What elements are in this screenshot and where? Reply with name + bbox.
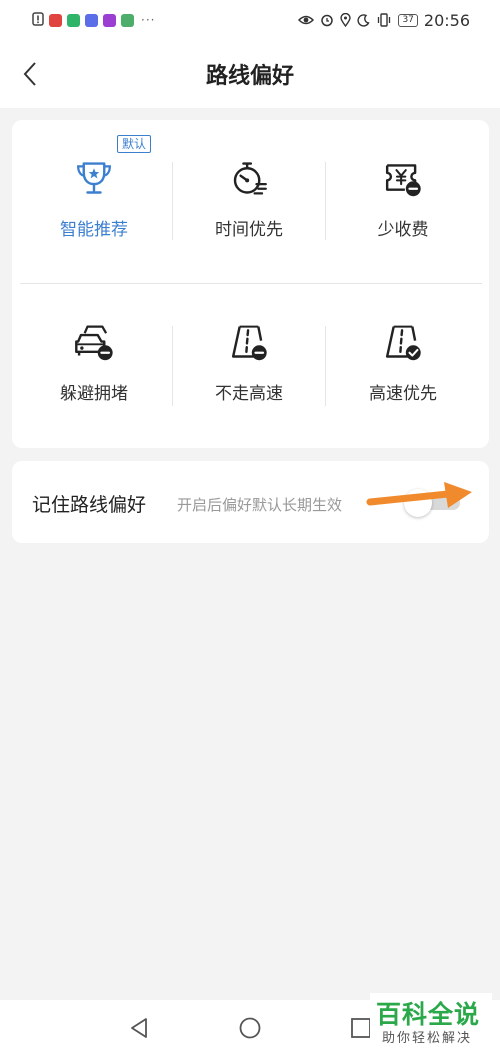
page-title: 路线偏好 xyxy=(205,64,294,89)
option-label: 高速优先 xyxy=(369,384,437,404)
nav-back-icon[interactable] xyxy=(127,1016,151,1040)
status-system-icons: 37 20:56 xyxy=(298,11,470,30)
option-less-toll[interactable]: 少收费 xyxy=(326,120,480,240)
annotation-arrow-icon xyxy=(366,482,472,508)
battery-indicator: 37 xyxy=(398,13,418,27)
option-label: 少收费 xyxy=(377,220,429,240)
watermark-subtitle: 助你轻松解决 xyxy=(382,1031,473,1046)
trophy-icon xyxy=(77,162,111,194)
option-label: 不走高速 xyxy=(215,384,283,404)
app-notification-icon xyxy=(121,13,134,27)
back-arrow-icon xyxy=(23,62,36,86)
status-notification-icons: ··· xyxy=(32,11,155,30)
watermark-title: 百科全说 xyxy=(376,1000,481,1029)
more-notifications-indicator: ··· xyxy=(141,13,156,27)
remember-preference-title: 记住路线偏好 xyxy=(32,494,147,516)
route-options-card: 智能推荐 默认 时间优先 少收费 躲避拥堵 不走高速 高速优先 xyxy=(12,120,489,448)
eye-icon xyxy=(298,14,315,26)
alert-icon xyxy=(32,11,44,30)
remember-preference-subtitle: 开启后偏好默认长期生效 xyxy=(177,496,343,514)
app-notification-icon xyxy=(103,13,116,27)
car-traffic-icon xyxy=(75,325,113,361)
option-avoid-congestion[interactable]: 躲避拥堵 xyxy=(17,284,171,404)
location-icon xyxy=(340,13,352,27)
status-time: 20:56 xyxy=(423,10,470,30)
watermark: 百科全说 助你轻松解决 xyxy=(370,993,492,1049)
app-notification-icon xyxy=(85,13,98,27)
option-label: 时间优先 xyxy=(215,220,283,240)
vibrate-icon xyxy=(376,13,392,27)
status-bar: ··· 37 20:56 xyxy=(0,0,500,40)
option-label: 智能推荐 xyxy=(60,220,128,240)
app-notification-icon xyxy=(67,13,80,27)
alarm-icon xyxy=(320,13,334,27)
stopwatch-icon xyxy=(233,162,267,195)
app-notification-icon xyxy=(49,13,62,27)
moon-icon xyxy=(357,13,371,27)
road-check-icon xyxy=(385,325,421,361)
page-header: 路线偏好 xyxy=(0,40,500,108)
option-highway-first[interactable]: 高速优先 xyxy=(326,284,480,404)
nav-home-icon[interactable] xyxy=(238,1016,262,1040)
option-label: 躲避拥堵 xyxy=(60,384,128,404)
option-time-first[interactable]: 时间优先 xyxy=(172,120,326,240)
toll-ticket-icon xyxy=(385,164,421,197)
road-minus-icon xyxy=(231,325,267,361)
option-avoid-highway[interactable]: 不走高速 xyxy=(172,284,326,404)
back-button[interactable] xyxy=(14,58,46,90)
default-badge: 默认 xyxy=(117,135,152,153)
